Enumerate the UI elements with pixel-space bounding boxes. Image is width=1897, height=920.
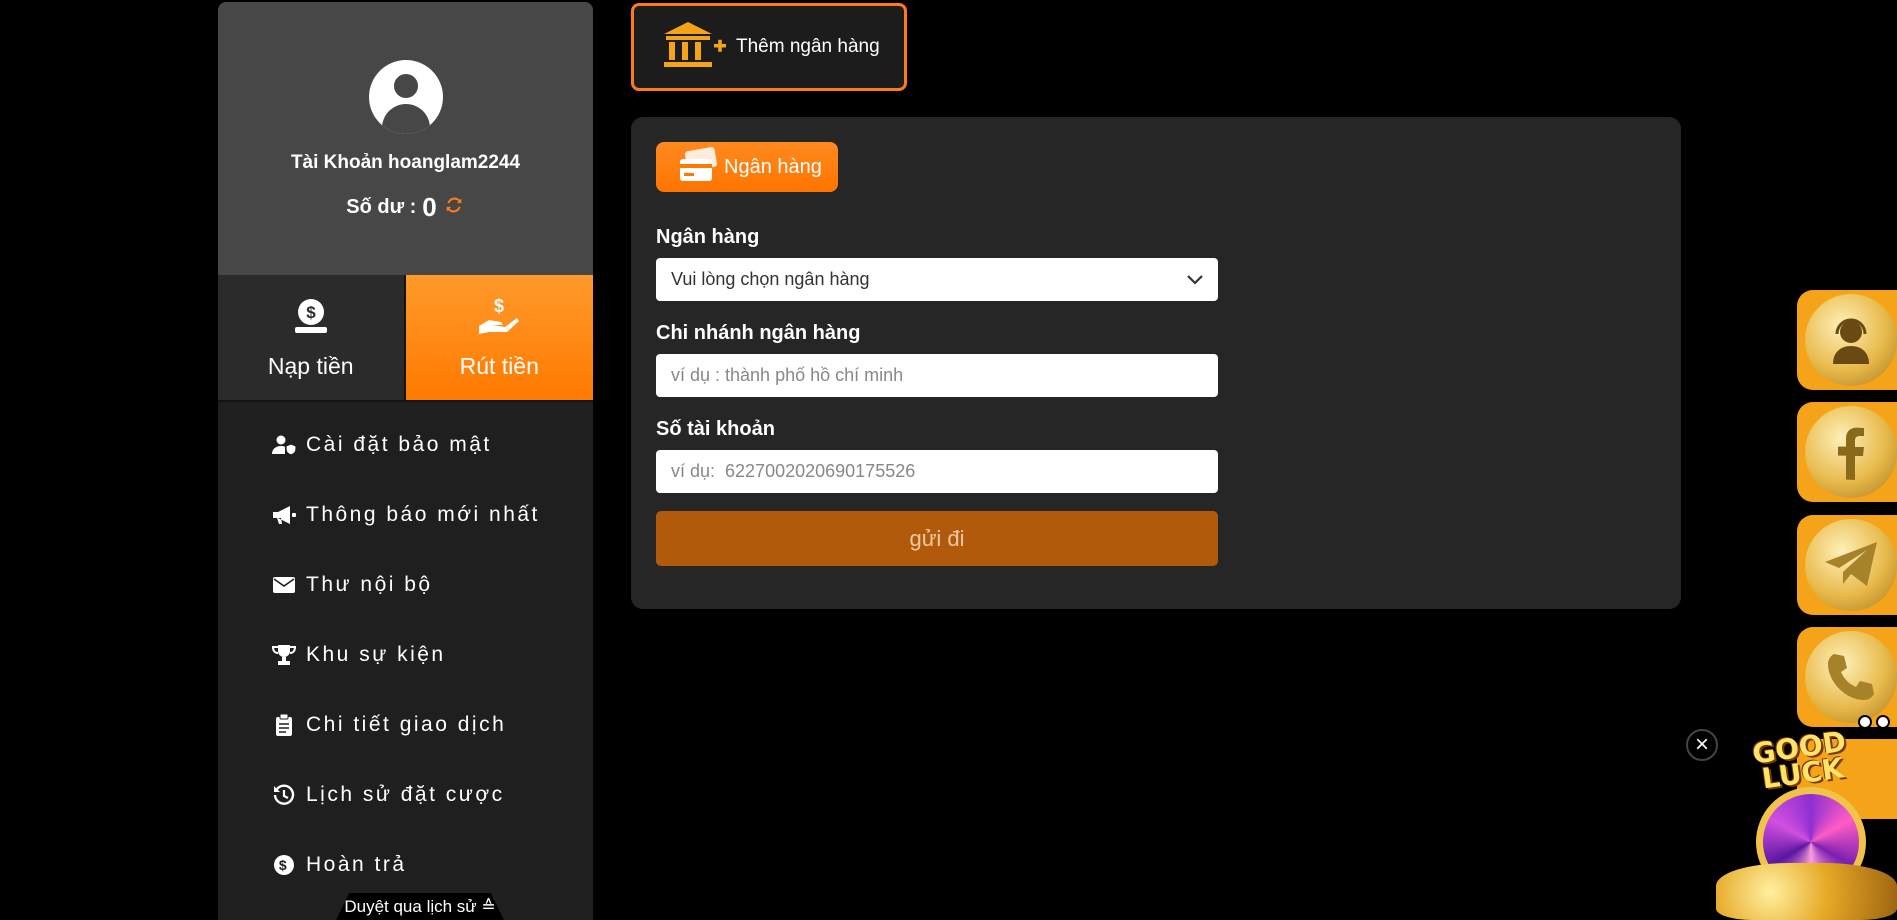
- add-bank-button[interactable]: Thêm ngân hàng: [631, 3, 907, 91]
- history-icon: [272, 784, 296, 806]
- chevron-down-icon: [1187, 269, 1203, 290]
- menu-item-bet-history[interactable]: Lịch sử đặt cược: [218, 760, 593, 830]
- sidebar: Tài Khoản hoanglam2244 Số dư : 0 $ Nạp t…: [218, 2, 593, 920]
- phone-button[interactable]: [1797, 627, 1897, 727]
- megaphone-icon: [272, 505, 296, 525]
- trophy-icon: [272, 644, 296, 666]
- dollar-circle-icon: $: [272, 854, 296, 876]
- support-button[interactable]: [1797, 290, 1897, 390]
- sidebar-menu: Cài đặt bảo mật Thông báo mới nhất Thư n…: [218, 402, 593, 900]
- close-icon[interactable]: ×: [1686, 729, 1718, 761]
- facebook-button[interactable]: [1797, 402, 1897, 502]
- money-deposit-icon: $: [291, 296, 331, 341]
- carousel-dot[interactable]: [1858, 715, 1872, 729]
- avatar: [368, 60, 443, 134]
- balance-value: 0: [422, 192, 437, 222]
- bank-select-value: Vui lòng chọn ngân hàng: [671, 269, 870, 289]
- balance-row: Số dư : 0: [218, 192, 593, 223]
- menu-item-label: Chi tiết giao dịch: [306, 713, 507, 736]
- hand-money-icon: $: [477, 296, 521, 341]
- account-number-input[interactable]: [656, 450, 1218, 493]
- svg-text:$: $: [494, 296, 504, 316]
- credit-card-icon: [678, 146, 718, 188]
- menu-item-label: Cài đặt bảo mật: [306, 433, 492, 456]
- balance-label: Số dư :: [346, 196, 417, 218]
- menu-item-label: Thông báo mới nhất: [306, 503, 540, 526]
- branch-field-label: Chi nhánh ngân hàng: [656, 322, 861, 344]
- menu-item-inbox[interactable]: Thư nội bộ: [218, 550, 593, 620]
- submit-button[interactable]: gửi đi: [656, 511, 1218, 566]
- user-shield-icon: [272, 435, 296, 455]
- profile-card: Tài Khoản hoanglam2244 Số dư : 0: [218, 2, 593, 275]
- branch-input[interactable]: [656, 354, 1218, 397]
- deposit-label: Nạp tiền: [267, 352, 354, 379]
- menu-item-events[interactable]: Khu sự kiện: [218, 620, 593, 690]
- refresh-icon[interactable]: [443, 194, 465, 221]
- facebook-icon: [1805, 406, 1897, 498]
- account-name: Tài Khoản hoanglam2244: [290, 152, 521, 173]
- menu-item-label: Hoàn trả: [306, 853, 407, 876]
- withdraw-button[interactable]: $ Rút tiền: [405, 275, 593, 400]
- envelope-icon: [272, 577, 296, 593]
- clipboard-icon: [272, 714, 296, 736]
- menu-item-label: Lịch sử đặt cược: [306, 783, 505, 806]
- wallet-actions: $ Nạp tiền $ Rút tiền: [218, 275, 593, 402]
- svg-text:$: $: [306, 303, 316, 322]
- good-luck-promo[interactable]: GOOD LUCK: [1716, 725, 1897, 920]
- promo-title: GOOD LUCK: [1750, 724, 1848, 796]
- bank-field-label: Ngân hàng: [656, 226, 760, 248]
- support-agent-icon: [1805, 294, 1897, 386]
- account-number-label: Số tài khoản: [656, 418, 775, 440]
- browse-history-tab[interactable]: Duyệt qua lịch sử ≙: [336, 893, 504, 920]
- carousel-dots: [1858, 715, 1890, 729]
- tab-bank-label: Ngân hàng: [724, 155, 822, 178]
- menu-item-label: Thư nội bộ: [306, 573, 433, 596]
- bank-form-panel: Ngân hàng Ngân hàng Vui lòng chọn ngân h…: [631, 117, 1681, 609]
- menu-item-notifications[interactable]: Thông báo mới nhất: [218, 480, 593, 550]
- carousel-dot[interactable]: [1876, 715, 1890, 729]
- deposit-button[interactable]: $ Nạp tiền: [218, 275, 406, 400]
- menu-item-security[interactable]: Cài đặt bảo mật: [218, 410, 593, 480]
- menu-item-label: Khu sự kiện: [306, 643, 446, 666]
- telegram-button[interactable]: [1797, 515, 1897, 615]
- gold-coins-icon: [1716, 863, 1897, 920]
- telegram-icon: [1805, 519, 1897, 611]
- phone-icon: [1805, 631, 1897, 723]
- add-bank-label: Thêm ngân hàng: [736, 36, 880, 57]
- tab-bank[interactable]: Ngân hàng: [656, 142, 838, 192]
- bank-plus-icon: [662, 20, 728, 75]
- withdraw-label: Rút tiền: [459, 352, 539, 379]
- menu-item-transactions[interactable]: Chi tiết giao dịch: [218, 690, 593, 760]
- svg-text:$: $: [279, 857, 289, 873]
- menu-item-refund[interactable]: $ Hoàn trả: [218, 830, 593, 900]
- bank-select[interactable]: Vui lòng chọn ngân hàng: [656, 258, 1218, 301]
